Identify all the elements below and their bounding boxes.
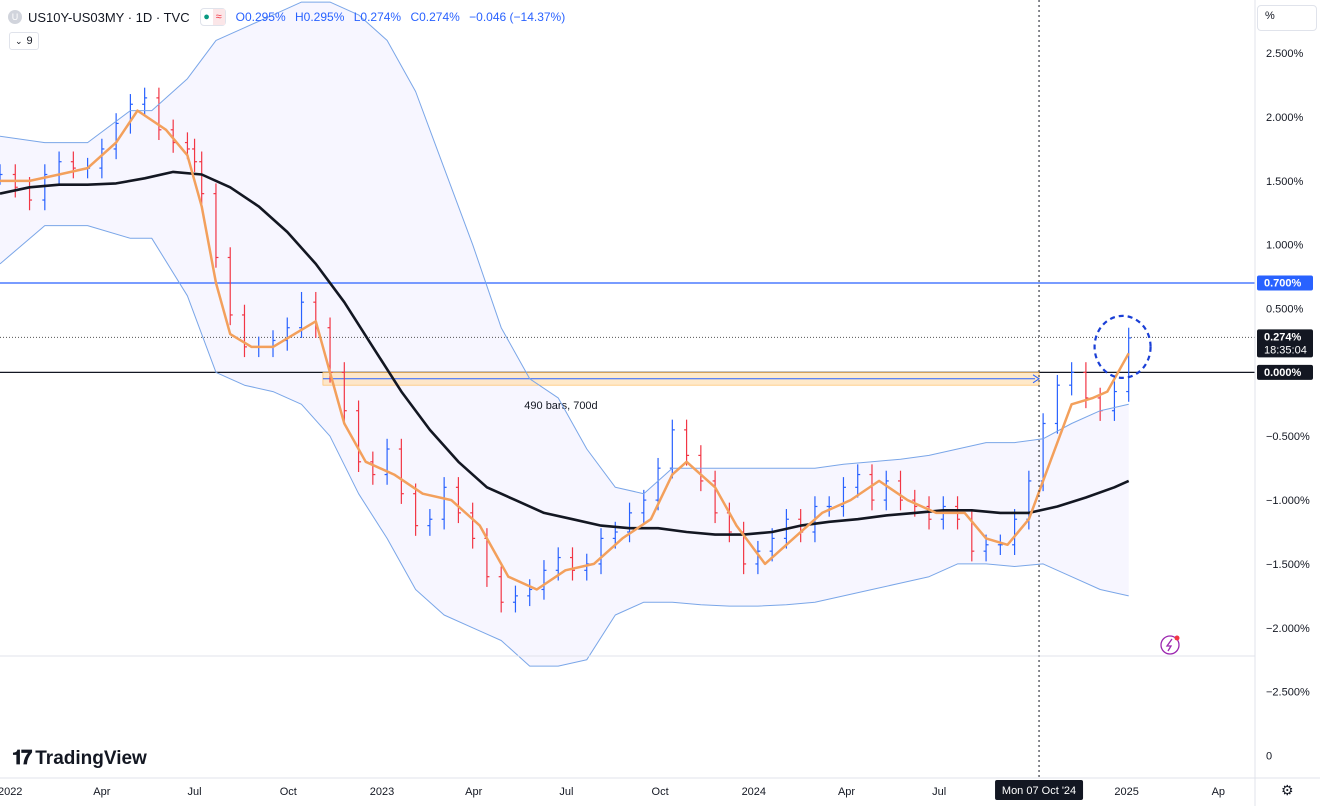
y-tick-label: 2.000%: [1266, 112, 1304, 124]
y-tick-label: 0.500%: [1266, 304, 1304, 316]
x-tick-label: 2022: [0, 786, 22, 798]
crosshair-date-label: Mon 07 Oct '24: [995, 780, 1084, 800]
indicator-count: 9: [26, 35, 33, 47]
axis-unit-button[interactable]: %: [1257, 5, 1317, 31]
y-tick-label: −1.500%: [1266, 559, 1310, 571]
market-dot-icon: ●: [203, 11, 210, 23]
price-label-text: 0.274%: [1264, 331, 1302, 343]
x-tick-label: Apr: [465, 786, 482, 798]
symbol-title[interactable]: US10Y-US03MY · 1D · TVC: [28, 10, 190, 25]
status-badge[interactable]: ● ≈: [199, 8, 226, 26]
y-tick-label: −2.000%: [1266, 623, 1310, 635]
chevron-down-icon: ⌄: [15, 35, 23, 46]
y-tick-label: −2.500%: [1266, 687, 1310, 699]
chart-legend: U US10Y-US03MY · 1D · TVC ● ≈ O0.295% H0…: [8, 6, 571, 28]
band-fill: [0, 2, 1129, 667]
x-tick-label: 2024: [742, 786, 766, 798]
gear-icon[interactable]: ⚙: [1281, 782, 1294, 799]
price-label-0: 0.700%: [1257, 275, 1313, 291]
ohlc-low: L0.274%: [353, 10, 402, 24]
price-label-text: 0.000%: [1264, 367, 1302, 379]
x-tick-label: Jul: [932, 786, 946, 798]
y-tick-label: −1.000%: [1266, 495, 1310, 507]
price-bar: [1126, 327, 1132, 402]
price-label-1: 0.274%18:35:04: [1257, 329, 1313, 358]
price-bar: [1054, 374, 1060, 434]
x-tick-label: Apr: [838, 786, 855, 798]
x-tick-label: Oct: [280, 786, 297, 798]
date-range-label: 490 bars, 700d: [524, 400, 597, 412]
price-label-2: 0.000%: [1257, 364, 1313, 380]
y-tick-label: 1.000%: [1266, 240, 1304, 252]
x-tick-label: 2023: [370, 786, 394, 798]
x-tick-label: Jul: [559, 786, 573, 798]
x-tick-label: Oct: [652, 786, 669, 798]
price-bar: [684, 419, 690, 466]
alert-icon: [1160, 635, 1180, 655]
tradingview-logo-icon: 𝟏𝟕: [12, 747, 32, 769]
crosshair-date-text: Mon 07 Oct '24: [1002, 785, 1076, 797]
ohlc-values: O0.295% H0.295% L0.274% C0.274% −0.046 (…: [236, 10, 572, 24]
highlight-circle: [1093, 314, 1152, 379]
wave-icon: ≈: [212, 9, 225, 25]
ohlc-high: H0.295%: [295, 10, 345, 24]
price-bar: [1069, 362, 1075, 396]
tradingview-logo[interactable]: 𝟏𝟕 TradingView: [12, 747, 147, 770]
brand-name: TradingView: [35, 747, 147, 769]
ohlc-open: O0.295%: [235, 10, 286, 24]
y-tick-label: 2.500%: [1266, 48, 1304, 60]
y-tick-label: 0: [1266, 750, 1272, 762]
x-tick-label: Jul: [188, 786, 202, 798]
x-tick-label: Ap: [1212, 786, 1225, 798]
ohlc-change: −0.046 (−14.37%): [469, 10, 566, 24]
price-label-countdown: 18:35:04: [1264, 344, 1307, 356]
x-tick-label: Apr: [93, 786, 110, 798]
indicator-count-toggle[interactable]: ⌄ 9: [9, 32, 39, 50]
price-label-text: 0.700%: [1264, 278, 1302, 290]
x-tick-label: 2025: [1114, 786, 1138, 798]
y-tick-label: −0.500%: [1266, 431, 1310, 443]
symbol-circle-icon[interactable]: U: [8, 10, 22, 24]
bollinger-band-layer: [0, 2, 1129, 667]
chart-canvas[interactable]: 490 bars, 700d 2.500% 2.000% 1.500% 1.000% 0…: [0, 0, 1320, 806]
axis-unit-label: %: [1265, 10, 1275, 22]
ohlc-close: C0.274%: [410, 10, 460, 24]
y-tick-label: 1.500%: [1266, 176, 1304, 188]
